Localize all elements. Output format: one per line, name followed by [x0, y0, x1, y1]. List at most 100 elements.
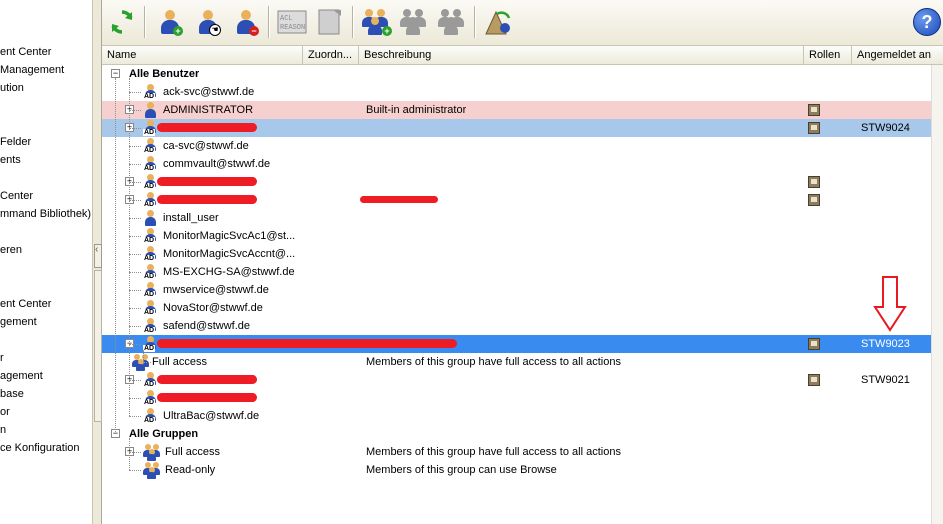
tree-line: [129, 470, 141, 471]
nav-tree-item[interactable]: Management: [0, 63, 64, 77]
nav-tree-item[interactable]: eren: [0, 243, 22, 257]
panel-splitter[interactable]: [92, 0, 102, 524]
splitter-scroll-track[interactable]: [94, 270, 102, 422]
tree-line: [129, 110, 141, 111]
logged-on-host: STW9024: [861, 122, 910, 134]
role-icon: [808, 122, 820, 134]
group-row[interactable]: + Full access Members of this group have f…: [102, 443, 943, 461]
add-group-button[interactable]: +: [360, 6, 392, 38]
collapse-arrow-icon[interactable]: [94, 244, 102, 268]
nav-tree-item[interactable]: or: [0, 405, 10, 419]
add-group-icon: +: [362, 9, 392, 36]
ad-user-icon: AD: [143, 282, 159, 298]
navigation-tree-panel: ent Center Management ution Felder ents Cente…: [0, 0, 92, 524]
user-row[interactable]: AD MS-EXCHG-SA@stwwf.de: [102, 263, 943, 281]
collapse-icon[interactable]: −: [111, 69, 120, 78]
user-row[interactable]: AD commvault@stwwf.de: [102, 155, 943, 173]
user-row[interactable]: + AD STW9021: [102, 371, 943, 389]
nav-tree-item[interactable]: ution: [0, 81, 24, 95]
refresh-button[interactable]: [106, 6, 138, 38]
tree-line: [129, 308, 141, 309]
nav-tree-item[interactable]: r: [0, 351, 4, 365]
user-row[interactable]: AD: [102, 389, 943, 407]
role-icon: [808, 176, 820, 188]
logged-on-host: STW9023: [861, 338, 910, 350]
tree-line: [129, 236, 141, 237]
role-icon: [808, 374, 820, 386]
vertical-scrollbar[interactable]: [931, 65, 943, 524]
group-name: Read-only: [165, 464, 216, 476]
user-name: Full access: [152, 356, 208, 368]
user-name: MonitorMagicSvcAccnt@...: [163, 248, 296, 260]
nav-tree-item[interactable]: ent Center: [0, 45, 51, 59]
user-row[interactable]: AD ack-svc@stwwf.de: [102, 83, 943, 101]
delete-group-icon: [438, 9, 466, 35]
group-row[interactable]: Read-only Members of this group can use B…: [102, 461, 943, 479]
group-name: Full access: [165, 446, 221, 458]
ad-user-icon: AD: [143, 228, 159, 244]
edit-group-button[interactable]: [398, 6, 430, 38]
nav-tree-item[interactable]: Center: [0, 189, 33, 203]
tree-child-row[interactable]: Full access Members of this group have fu…: [102, 353, 943, 371]
note-edit-icon: [318, 9, 341, 35]
user-row[interactable]: + ADMINISTRATOR Built-in administrator: [102, 101, 943, 119]
nav-tree-item[interactable]: ce Konfiguration: [0, 441, 80, 455]
user-row[interactable]: AD safend@stwwf.de: [102, 317, 943, 335]
col-header-logged-on[interactable]: Angemeldet an: [852, 46, 943, 64]
user-name: ca-svc@stwwf.de: [163, 140, 249, 152]
acl-reason-button[interactable]: ACL REASON: [276, 6, 308, 38]
tree-line: [129, 218, 141, 219]
note-edit-button[interactable]: [314, 6, 346, 38]
nav-tree-item[interactable]: mmand Bibliothek): [0, 207, 91, 221]
col-header-roles[interactable]: Rollen: [804, 46, 852, 64]
user-name: commvault@stwwf.de: [163, 158, 271, 170]
annotation-arrow-icon: [873, 276, 907, 332]
col-header-description[interactable]: Beschreibung: [359, 46, 804, 64]
edit-user-icon: ☚: [197, 9, 221, 36]
add-user-button[interactable]: +: [154, 6, 186, 38]
wizard-button[interactable]: [482, 6, 514, 38]
user-row[interactable]: AD UltraBac@stwwf.de: [102, 407, 943, 425]
redaction-mark: [157, 393, 257, 402]
user-name: MS-EXCHG-SA@stwwf.de: [163, 266, 295, 278]
wizard-icon: [485, 10, 511, 35]
nav-tree-item[interactable]: ent Center: [0, 297, 51, 311]
tree-line: [143, 350, 144, 362]
user-row[interactable]: − AD STW9023: [102, 335, 943, 353]
tree-line: [129, 92, 141, 93]
user-row[interactable]: AD mwservice@stwwf.de: [102, 281, 943, 299]
tree-root-users[interactable]: − Alle Benutzer: [102, 65, 943, 83]
svg-text:REASON: REASON: [280, 24, 305, 32]
logged-on-host: STW9021: [861, 374, 910, 386]
users-grid: Name Zuordn... Beschreibung Rollen Angem…: [102, 46, 943, 524]
user-row[interactable]: install_user: [102, 209, 943, 227]
user-row[interactable]: AD NovaStor@stwwf.de: [102, 299, 943, 317]
nav-tree-item[interactable]: agement: [0, 369, 43, 383]
nav-tree-item[interactable]: Felder: [0, 135, 31, 149]
delete-group-button[interactable]: [436, 6, 468, 38]
role-icon: [808, 194, 820, 206]
user-row[interactable]: AD MonitorMagicSvcAc1@st...: [102, 227, 943, 245]
user-row[interactable]: + AD: [102, 173, 943, 191]
user-row[interactable]: + AD STW9024: [102, 119, 943, 137]
nav-tree-item[interactable]: base: [0, 387, 24, 401]
user-name: safend@stwwf.de: [163, 320, 250, 332]
tree-line: [129, 164, 141, 165]
nav-tree-item[interactable]: gement: [0, 315, 37, 329]
user-row[interactable]: AD MonitorMagicSvcAccnt@...: [102, 245, 943, 263]
col-header-assign[interactable]: Zuordn...: [303, 46, 359, 64]
group-icon: [143, 444, 161, 461]
edit-user-button[interactable]: ☚: [192, 6, 224, 38]
nav-tree-item[interactable]: ents: [0, 153, 21, 167]
redaction-mark: [360, 196, 438, 203]
help-button[interactable]: ?: [913, 8, 941, 36]
user-name: install_user: [163, 212, 219, 224]
user-row[interactable]: AD ca-svc@stwwf.de: [102, 137, 943, 155]
nav-tree-item[interactable]: n: [0, 423, 6, 437]
delete-user-button[interactable]: −: [230, 6, 262, 38]
tree-root-groups[interactable]: − Alle Gruppen: [102, 425, 943, 443]
user-row[interactable]: + AD: [102, 191, 943, 209]
col-header-name[interactable]: Name: [102, 46, 303, 64]
refresh-icon: [111, 10, 133, 34]
tree-line: [129, 146, 141, 147]
